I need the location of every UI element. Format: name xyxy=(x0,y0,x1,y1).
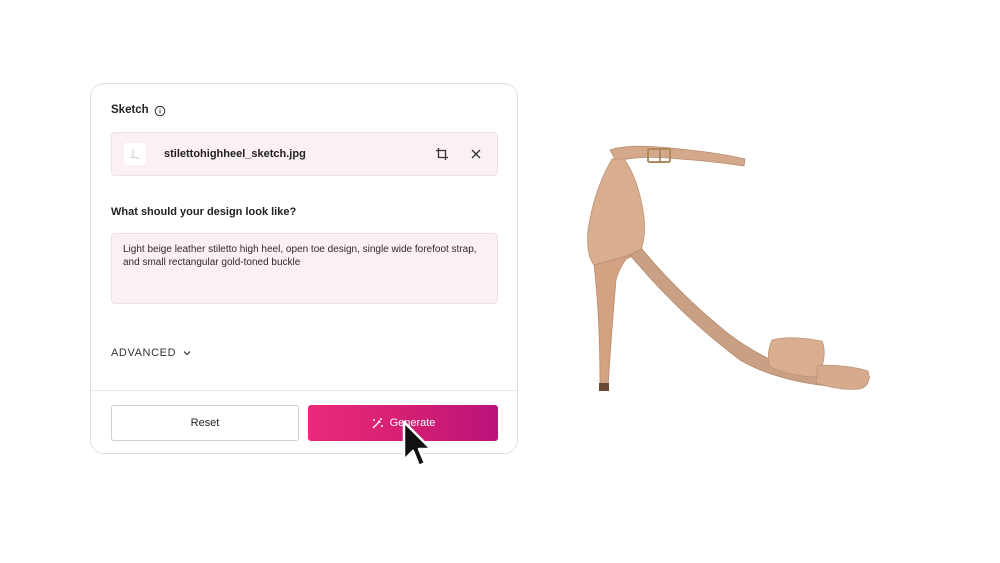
close-icon[interactable] xyxy=(467,145,485,163)
sketch-file-name: stilettohighheel_sketch.jpg xyxy=(164,148,306,160)
info-icon[interactable] xyxy=(154,104,166,117)
sketch-label-row: Sketch xyxy=(111,104,166,117)
advanced-toggle[interactable]: ADVANCED xyxy=(111,347,192,359)
design-prompt-input[interactable]: Light beige leather stiletto high heel, … xyxy=(111,233,498,304)
crop-icon[interactable] xyxy=(433,145,451,163)
chevron-down-icon xyxy=(182,348,192,358)
magic-wand-icon xyxy=(371,417,384,430)
advanced-label: ADVANCED xyxy=(111,347,177,359)
sketch-thumbnail xyxy=(124,143,146,165)
divider xyxy=(91,390,517,391)
generated-shoe-image xyxy=(587,145,871,391)
mouse-pointer-icon xyxy=(402,420,433,468)
reset-button[interactable]: Reset xyxy=(111,405,299,441)
sketch-label: Sketch xyxy=(111,104,149,116)
reset-label: Reset xyxy=(190,417,220,429)
design-panel: Sketch stilettohighheel_sketch.jpg What … xyxy=(90,83,518,454)
design-question: What should your design look like? xyxy=(111,206,297,218)
sketch-file-row: stilettohighheel_sketch.jpg xyxy=(111,132,498,176)
